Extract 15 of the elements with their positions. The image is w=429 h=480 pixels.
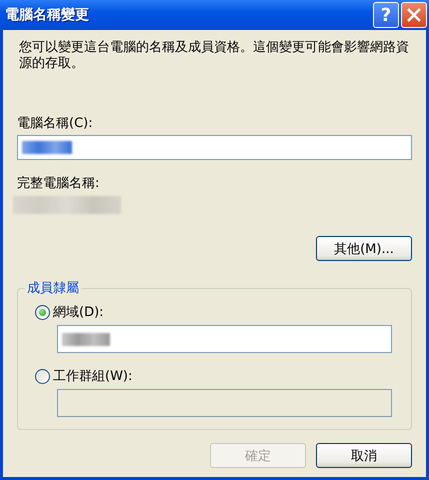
close-icon xyxy=(406,7,422,23)
cancel-button[interactable]: 取消 xyxy=(316,443,412,468)
full-name-label: 完整電腦名稱: xyxy=(17,175,100,192)
more-button[interactable]: 其他(M)... xyxy=(316,236,412,261)
window-title: 電腦名稱變更 xyxy=(5,6,89,24)
computer-name-field[interactable] xyxy=(17,135,412,160)
help-button[interactable]: ? xyxy=(373,2,399,28)
input-field[interactable] xyxy=(57,325,392,353)
close-button[interactable] xyxy=(401,2,427,28)
radio-button[interactable] xyxy=(35,304,50,320)
radio-label: 工作群組(W): xyxy=(53,368,132,385)
radio-label: 網域(D): xyxy=(53,304,104,321)
group-title: 成員隸屬 xyxy=(26,280,80,297)
description-text: 您可以變更這台電腦的名稱及成員資格。這個變更可能會影響網路資源的存取。 xyxy=(18,40,410,72)
computer-name-label: 電腦名稱(C): xyxy=(17,115,94,132)
